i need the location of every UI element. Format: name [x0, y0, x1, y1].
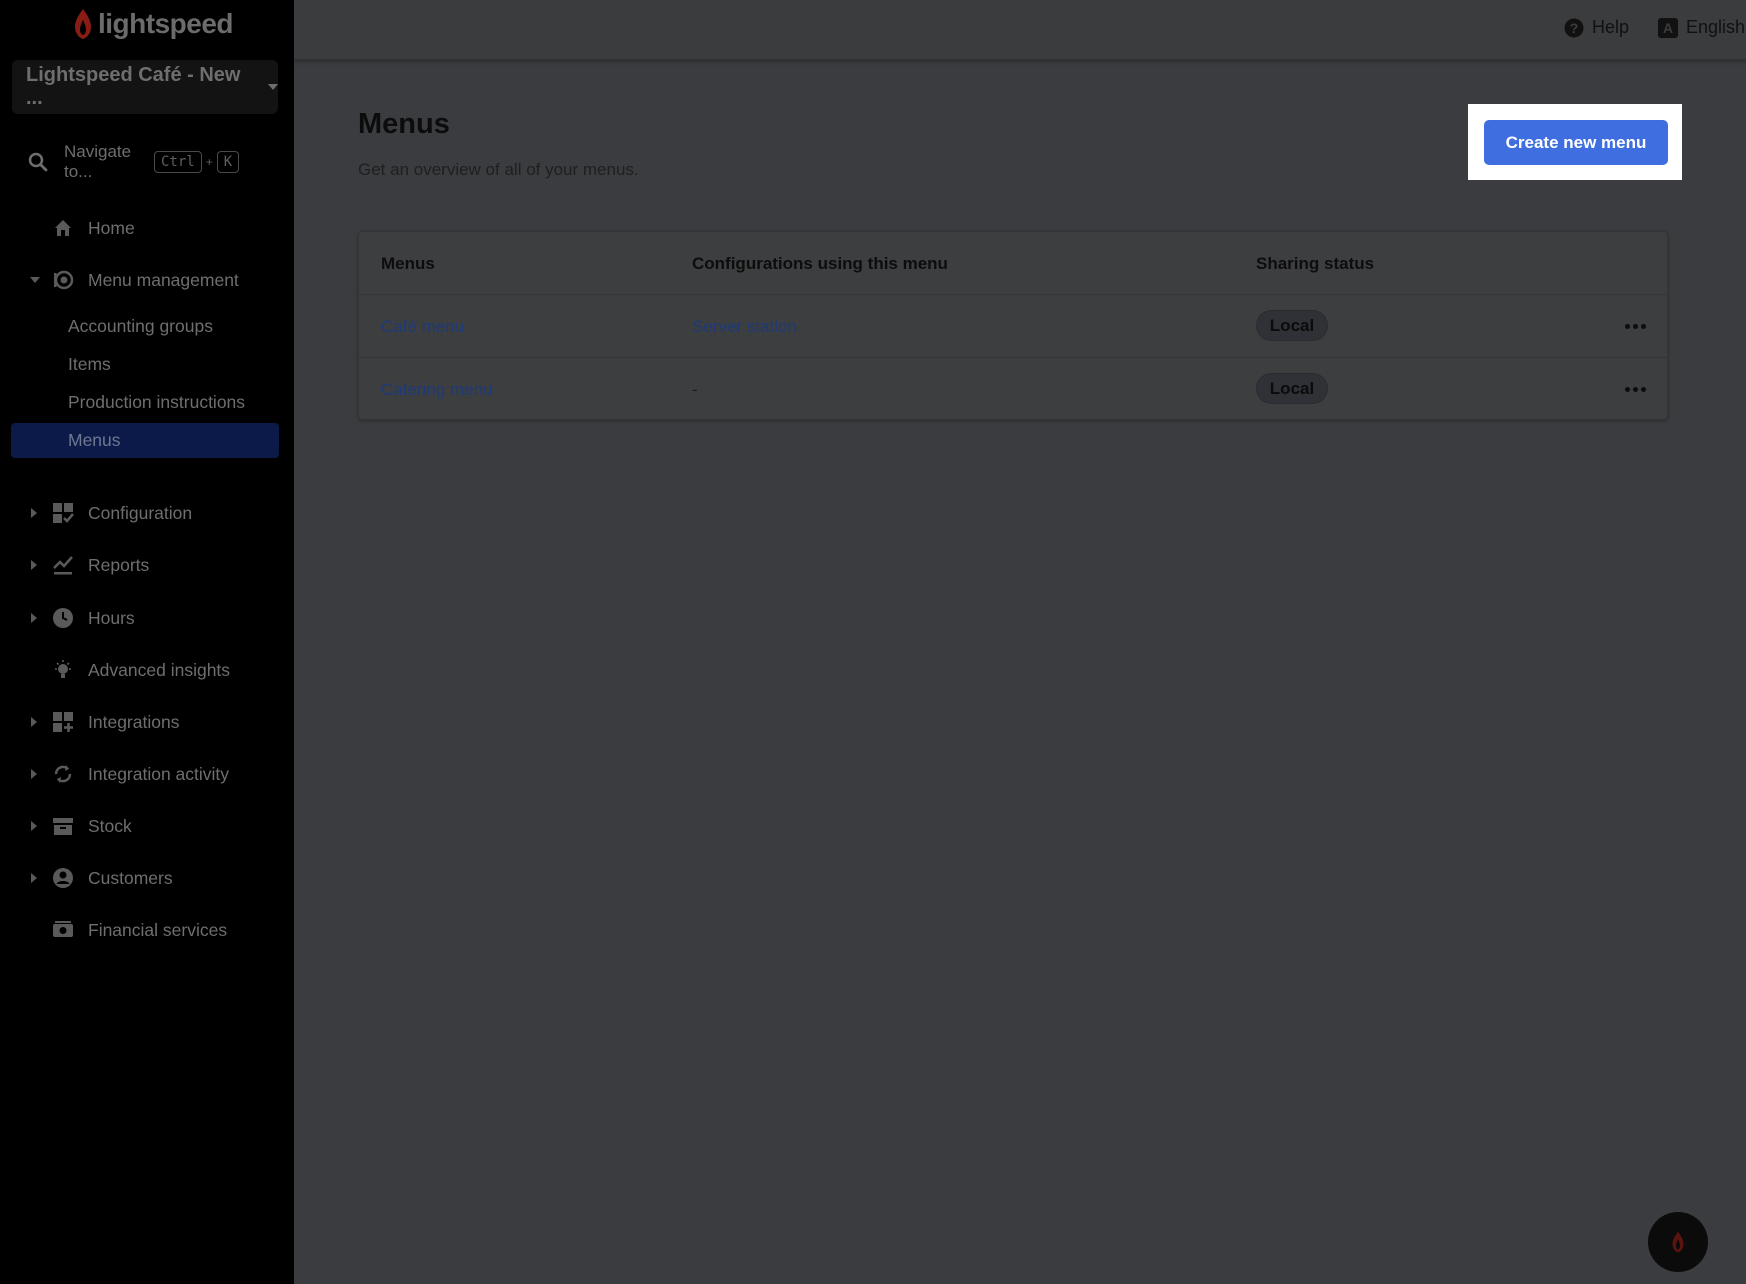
- sidebar-item-stock[interactable]: Stock: [0, 806, 294, 846]
- keyboard-shortcut: Ctrl + K: [154, 151, 240, 173]
- sidebar-item-hours[interactable]: Hours: [0, 598, 294, 638]
- sidebar-subitem-label: Menus: [68, 430, 121, 450]
- kbd-plus: +: [205, 155, 213, 169]
- top-bar: ? Help A English: [294, 0, 1746, 60]
- sidebar-item-home[interactable]: Home: [0, 208, 294, 248]
- more-options-icon[interactable]: [1625, 320, 1649, 332]
- lightspeed-logo[interactable]: lightspeed: [72, 8, 234, 40]
- sidebar-item-configuration[interactable]: Configuration: [0, 493, 294, 533]
- financial-icon: [52, 919, 74, 941]
- customer-icon: [52, 867, 74, 889]
- search-icon: [28, 152, 48, 172]
- sidebar-item-label: Stock: [88, 815, 132, 836]
- sidebar-item-financial-services[interactable]: Financial services: [0, 910, 294, 950]
- chevron-right-icon: [31, 717, 37, 727]
- help-label: Help: [1592, 17, 1630, 37]
- store-selector[interactable]: Lightspeed Café - New ...: [12, 60, 278, 114]
- sidebar-item-label: Home: [88, 217, 135, 238]
- store-name: Lightspeed Café - New ...: [26, 64, 241, 109]
- svg-text:?: ?: [1570, 20, 1579, 36]
- sidebar-item-integration-activity[interactable]: Integration activity: [0, 754, 294, 794]
- logo-text: lightspeed: [98, 8, 234, 39]
- language-label: English: [1686, 17, 1746, 37]
- help-icon: ?: [1564, 18, 1584, 37]
- more-options-icon[interactable]: [1625, 383, 1649, 395]
- sidebar-item-label: Menu management: [88, 269, 239, 290]
- sidebar-item-customers[interactable]: Customers: [0, 858, 294, 898]
- column-header-configurations: Configurations using this menu: [692, 254, 948, 273]
- sync-icon: [52, 763, 74, 785]
- language-icon: A: [1658, 17, 1678, 38]
- sidebar-item-label: Advanced insights: [88, 659, 231, 680]
- chevron-down-icon: [268, 84, 278, 90]
- row-divider: [359, 294, 1667, 295]
- row-divider: [359, 357, 1667, 358]
- sidebar-item-integrations[interactable]: Integrations: [0, 702, 294, 742]
- page-title: Menus: [358, 108, 450, 140]
- flame-icon: [1672, 1231, 1684, 1253]
- integrations-icon: [52, 711, 74, 733]
- column-header-menus: Menus: [381, 254, 435, 273]
- kbd-k: K: [216, 151, 240, 173]
- status-badge: Local: [1256, 373, 1328, 404]
- chevron-right-icon: [31, 508, 37, 518]
- sidebar-item-label: Integrations: [88, 711, 180, 732]
- menu-link[interactable]: Catering menu: [381, 380, 493, 400]
- sidebar-subitem-production-instructions[interactable]: Production instructions: [68, 392, 245, 413]
- sidebar-subitem-accounting-groups[interactable]: Accounting groups: [68, 316, 213, 337]
- reports-icon: [52, 554, 74, 576]
- svg-text:A: A: [1663, 20, 1673, 36]
- column-header-sharing-status: Sharing status: [1256, 254, 1375, 273]
- configuration-value: -: [692, 380, 698, 399]
- chevron-down-icon: [30, 277, 40, 283]
- clock-icon: [52, 607, 74, 629]
- sidebar-item-reports[interactable]: Reports: [0, 545, 294, 585]
- language-selector[interactable]: A English: [1658, 17, 1745, 38]
- chevron-right-icon: [31, 873, 37, 883]
- menus-table: Menus Configurations using this menu Sha…: [358, 231, 1668, 420]
- home-icon: [52, 217, 74, 239]
- menu-management-icon: [52, 269, 74, 291]
- configuration-link[interactable]: Server station: [692, 317, 797, 337]
- help-link[interactable]: ? Help: [1564, 17, 1629, 38]
- chevron-right-icon: [31, 769, 37, 779]
- navigate-search[interactable]: Navigate to... Ctrl + K: [28, 140, 268, 184]
- sidebar-item-label: Financial services: [88, 919, 228, 940]
- chevron-right-icon: [31, 560, 37, 570]
- chevron-right-icon: [31, 821, 37, 831]
- sidebar-item-label: Reports: [88, 554, 150, 575]
- menu-link[interactable]: Café menu: [381, 317, 464, 337]
- configuration-icon: [52, 502, 74, 524]
- sidebar-subitem-items[interactable]: Items: [68, 354, 111, 375]
- chevron-right-icon: [31, 613, 37, 623]
- status-badge: Local: [1256, 310, 1328, 341]
- sidebar-subitem-menus[interactable]: Menus: [11, 423, 279, 458]
- navigate-label: Navigate to...: [64, 142, 132, 181]
- stock-icon: [52, 815, 74, 837]
- page-subtitle: Get an overview of all of your menus.: [358, 160, 639, 179]
- sidebar-item-label: Hours: [88, 607, 135, 628]
- sidebar: lightspeed Lightspeed Café - New ... Nav…: [0, 0, 294, 1284]
- sidebar-item-menu-management[interactable]: Menu management: [0, 260, 294, 300]
- lightbulb-icon: [52, 659, 74, 681]
- kbd-ctrl: Ctrl: [154, 151, 202, 173]
- sidebar-item-label: Integration activity: [88, 763, 230, 784]
- sidebar-item-label: Configuration: [88, 502, 193, 523]
- sidebar-item-label: Customers: [88, 867, 173, 888]
- create-new-menu-button[interactable]: Create new menu: [1484, 120, 1668, 165]
- assistant-button[interactable]: [1648, 1212, 1708, 1272]
- sidebar-item-advanced-insights[interactable]: Advanced insights: [0, 650, 294, 690]
- flame-icon: [75, 9, 91, 39]
